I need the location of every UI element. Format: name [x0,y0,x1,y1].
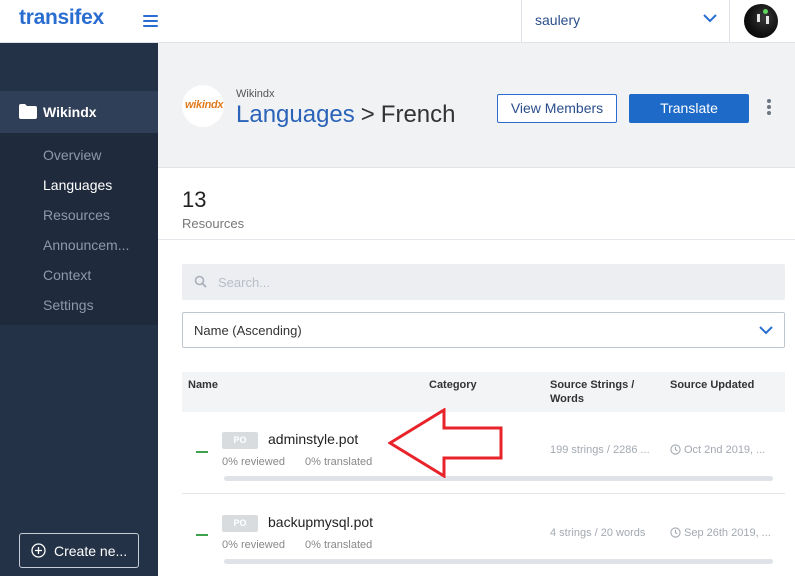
annotation-arrow-icon [388,408,503,478]
source-updated-date: Sep 26th 2019, ... [684,527,771,539]
progress-bar [224,559,773,564]
breadcrumb: Languages > French [236,101,456,129]
source-updated-date: Oct 2nd 2019, ... [684,444,766,456]
search-input[interactable] [218,272,758,292]
breadcrumb-separator: > [360,101,375,128]
clock-icon [670,527,681,538]
source-updated: Sep 26th 2019, ... [670,527,771,539]
source-strings: 199 strings / 2286 ... [550,444,650,456]
translate-button[interactable]: Translate [629,94,749,123]
more-options-icon[interactable] [765,99,773,117]
sidebar-project-wikindx[interactable]: Wikindx [0,91,158,133]
column-header-source-strings[interactable]: Source Strings / Words [550,378,650,406]
resource-count: 13 [182,187,207,212]
status-indicator [196,451,208,453]
column-header-name[interactable]: Name [188,378,218,392]
sort-selected-value: Name (Ascending) [194,323,302,338]
translated-percent: 0% translated [305,456,373,468]
organization-name: saulery [535,12,581,28]
source-updated: Oct 2nd 2019, ... [670,444,765,456]
sidebar-item-resources[interactable]: Resources [43,207,110,223]
create-new-label: Create ne... [54,543,128,559]
sidebar-item-announcements[interactable]: Announcem... [43,237,129,253]
source-strings: 4 strings / 20 words [550,527,646,539]
sidebar-item-settings[interactable]: Settings [43,297,94,313]
table-row[interactable]: PO backupmysql.pot 0% reviewed 0% transl… [182,495,785,576]
folder-icon [19,104,37,119]
sidebar-project-label: Wikindx [43,104,97,120]
reviewed-percent: 0% reviewed [222,456,285,468]
transifex-logo[interactable]: transifex [19,6,104,30]
project-logo: wikindx [182,85,224,127]
chevron-down-icon [703,14,717,23]
search-bar [182,264,785,300]
user-avatar[interactable] [744,4,778,38]
top-bar: transifex saulery [0,0,795,43]
breadcrumb-languages-link[interactable]: Languages [236,101,355,128]
create-new-button[interactable]: Create ne... [19,533,139,568]
plus-circle-icon [31,543,46,558]
file-type-badge: PO [222,432,258,449]
reviewed-percent: 0% reviewed [222,539,285,551]
resource-name[interactable]: adminstyle.pot [268,431,358,447]
resource-count-label: Resources [182,216,245,231]
organization-selector[interactable]: saulery [521,0,730,43]
status-indicator [196,534,208,536]
search-icon [194,275,207,288]
translated-percent: 0% translated [305,539,373,551]
divider [158,239,795,240]
clock-icon [670,444,681,455]
sort-dropdown[interactable]: Name (Ascending) [182,312,785,348]
column-header-category[interactable]: Category [429,378,477,392]
table-header: Name Category Source Strings / Words Sou… [182,372,785,412]
sidebar-item-overview[interactable]: Overview [43,147,101,163]
view-members-button[interactable]: View Members [497,94,617,123]
sidebar-item-context[interactable]: Context [43,267,91,283]
project-name: Wikindx [236,88,275,100]
page-title: French [380,101,456,128]
file-type-badge: PO [222,515,258,532]
sidebar: Wikindx Overview Languages Resources Ann… [0,43,158,576]
chevron-down-icon [759,326,773,335]
sidebar-item-languages[interactable]: Languages [43,177,112,193]
column-header-source-updated[interactable]: Source Updated [670,378,754,392]
resource-name[interactable]: backupmysql.pot [268,514,373,530]
hamburger-menu-icon[interactable] [143,15,158,27]
